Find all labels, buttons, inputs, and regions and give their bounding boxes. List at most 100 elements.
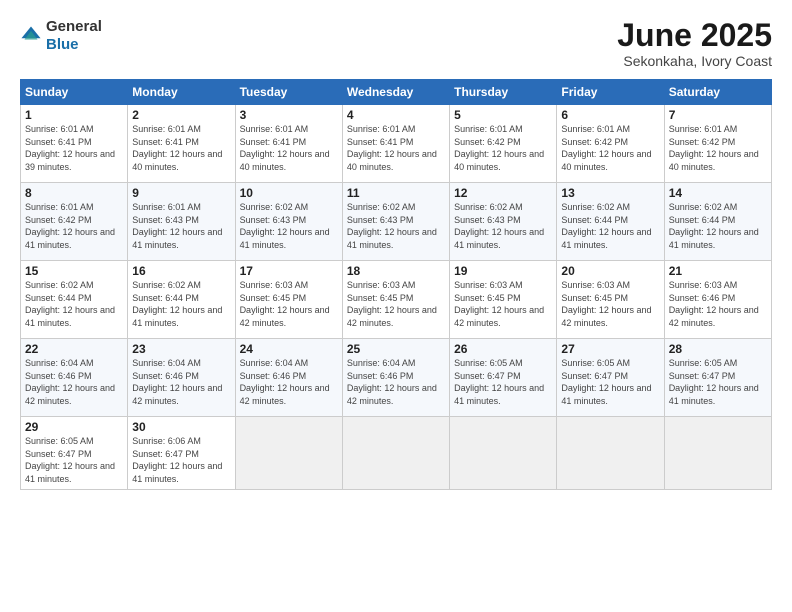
day-number: 30	[132, 420, 230, 434]
day-info: Sunrise: 6:01 AM Sunset: 6:41 PM Dayligh…	[240, 123, 338, 173]
table-row	[450, 417, 557, 489]
logo-text: General Blue	[46, 18, 102, 54]
day-number: 3	[240, 108, 338, 122]
day-number: 27	[561, 342, 659, 356]
day-info: Sunrise: 6:03 AM Sunset: 6:45 PM Dayligh…	[240, 279, 338, 329]
day-info: Sunrise: 6:02 AM Sunset: 6:44 PM Dayligh…	[25, 279, 123, 329]
day-number: 2	[132, 108, 230, 122]
day-info: Sunrise: 6:02 AM Sunset: 6:44 PM Dayligh…	[669, 201, 767, 251]
table-row: 16 Sunrise: 6:02 AM Sunset: 6:44 PM Dayl…	[128, 261, 235, 339]
day-info: Sunrise: 6:02 AM Sunset: 6:43 PM Dayligh…	[240, 201, 338, 251]
table-row: 15 Sunrise: 6:02 AM Sunset: 6:44 PM Dayl…	[21, 261, 128, 339]
calendar-header-row: Sunday Monday Tuesday Wednesday Thursday…	[21, 80, 772, 105]
day-info: Sunrise: 6:03 AM Sunset: 6:46 PM Dayligh…	[669, 279, 767, 329]
day-info: Sunrise: 6:01 AM Sunset: 6:42 PM Dayligh…	[669, 123, 767, 173]
day-info: Sunrise: 6:06 AM Sunset: 6:47 PM Dayligh…	[132, 435, 230, 485]
table-row: 1 Sunrise: 6:01 AM Sunset: 6:41 PM Dayli…	[21, 105, 128, 183]
day-number: 22	[25, 342, 123, 356]
table-row: 7 Sunrise: 6:01 AM Sunset: 6:42 PM Dayli…	[664, 105, 771, 183]
table-row: 24 Sunrise: 6:04 AM Sunset: 6:46 PM Dayl…	[235, 339, 342, 417]
table-row: 29 Sunrise: 6:05 AM Sunset: 6:47 PM Dayl…	[21, 417, 128, 489]
day-number: 25	[347, 342, 445, 356]
table-row: 30 Sunrise: 6:06 AM Sunset: 6:47 PM Dayl…	[128, 417, 235, 489]
day-number: 4	[347, 108, 445, 122]
table-row: 11 Sunrise: 6:02 AM Sunset: 6:43 PM Dayl…	[342, 183, 449, 261]
table-row: 20 Sunrise: 6:03 AM Sunset: 6:45 PM Dayl…	[557, 261, 664, 339]
calendar-table: Sunday Monday Tuesday Wednesday Thursday…	[20, 79, 772, 489]
day-number: 10	[240, 186, 338, 200]
day-number: 13	[561, 186, 659, 200]
page: General Blue June 2025 Sekonkaha, Ivory …	[0, 0, 792, 612]
day-number: 7	[669, 108, 767, 122]
day-info: Sunrise: 6:01 AM Sunset: 6:41 PM Dayligh…	[132, 123, 230, 173]
table-row: 13 Sunrise: 6:02 AM Sunset: 6:44 PM Dayl…	[557, 183, 664, 261]
table-row: 12 Sunrise: 6:02 AM Sunset: 6:43 PM Dayl…	[450, 183, 557, 261]
table-row: 3 Sunrise: 6:01 AM Sunset: 6:41 PM Dayli…	[235, 105, 342, 183]
header-wednesday: Wednesday	[342, 80, 449, 105]
day-info: Sunrise: 6:05 AM Sunset: 6:47 PM Dayligh…	[25, 435, 123, 485]
table-row: 10 Sunrise: 6:02 AM Sunset: 6:43 PM Dayl…	[235, 183, 342, 261]
day-info: Sunrise: 6:04 AM Sunset: 6:46 PM Dayligh…	[25, 357, 123, 407]
day-info: Sunrise: 6:03 AM Sunset: 6:45 PM Dayligh…	[561, 279, 659, 329]
day-info: Sunrise: 6:04 AM Sunset: 6:46 PM Dayligh…	[347, 357, 445, 407]
day-number: 8	[25, 186, 123, 200]
table-row: 21 Sunrise: 6:03 AM Sunset: 6:46 PM Dayl…	[664, 261, 771, 339]
table-row: 26 Sunrise: 6:05 AM Sunset: 6:47 PM Dayl…	[450, 339, 557, 417]
table-row	[557, 417, 664, 489]
table-row: 5 Sunrise: 6:01 AM Sunset: 6:42 PM Dayli…	[450, 105, 557, 183]
day-info: Sunrise: 6:02 AM Sunset: 6:44 PM Dayligh…	[132, 279, 230, 329]
day-number: 5	[454, 108, 552, 122]
day-info: Sunrise: 6:02 AM Sunset: 6:43 PM Dayligh…	[347, 201, 445, 251]
table-row: 8 Sunrise: 6:01 AM Sunset: 6:42 PM Dayli…	[21, 183, 128, 261]
day-number: 20	[561, 264, 659, 278]
day-info: Sunrise: 6:01 AM Sunset: 6:41 PM Dayligh…	[25, 123, 123, 173]
table-row: 17 Sunrise: 6:03 AM Sunset: 6:45 PM Dayl…	[235, 261, 342, 339]
table-row: 25 Sunrise: 6:04 AM Sunset: 6:46 PM Dayl…	[342, 339, 449, 417]
day-number: 18	[347, 264, 445, 278]
table-row	[342, 417, 449, 489]
day-info: Sunrise: 6:04 AM Sunset: 6:46 PM Dayligh…	[132, 357, 230, 407]
table-row: 23 Sunrise: 6:04 AM Sunset: 6:46 PM Dayl…	[128, 339, 235, 417]
day-number: 16	[132, 264, 230, 278]
day-info: Sunrise: 6:01 AM Sunset: 6:41 PM Dayligh…	[347, 123, 445, 173]
day-number: 9	[132, 186, 230, 200]
day-info: Sunrise: 6:01 AM Sunset: 6:42 PM Dayligh…	[561, 123, 659, 173]
month-title: June 2025	[617, 18, 772, 53]
table-row: 4 Sunrise: 6:01 AM Sunset: 6:41 PM Dayli…	[342, 105, 449, 183]
day-number: 28	[669, 342, 767, 356]
table-row: 18 Sunrise: 6:03 AM Sunset: 6:45 PM Dayl…	[342, 261, 449, 339]
day-info: Sunrise: 6:02 AM Sunset: 6:44 PM Dayligh…	[561, 201, 659, 251]
table-row: 27 Sunrise: 6:05 AM Sunset: 6:47 PM Dayl…	[557, 339, 664, 417]
table-row: 14 Sunrise: 6:02 AM Sunset: 6:44 PM Dayl…	[664, 183, 771, 261]
table-row: 19 Sunrise: 6:03 AM Sunset: 6:45 PM Dayl…	[450, 261, 557, 339]
day-number: 12	[454, 186, 552, 200]
day-info: Sunrise: 6:03 AM Sunset: 6:45 PM Dayligh…	[347, 279, 445, 329]
header: General Blue June 2025 Sekonkaha, Ivory …	[20, 18, 772, 69]
table-row: 2 Sunrise: 6:01 AM Sunset: 6:41 PM Dayli…	[128, 105, 235, 183]
day-number: 19	[454, 264, 552, 278]
day-number: 14	[669, 186, 767, 200]
day-info: Sunrise: 6:01 AM Sunset: 6:42 PM Dayligh…	[454, 123, 552, 173]
day-info: Sunrise: 6:05 AM Sunset: 6:47 PM Dayligh…	[669, 357, 767, 407]
table-row: 6 Sunrise: 6:01 AM Sunset: 6:42 PM Dayli…	[557, 105, 664, 183]
day-number: 23	[132, 342, 230, 356]
header-saturday: Saturday	[664, 80, 771, 105]
table-row	[235, 417, 342, 489]
day-number: 24	[240, 342, 338, 356]
day-info: Sunrise: 6:01 AM Sunset: 6:43 PM Dayligh…	[132, 201, 230, 251]
title-block: June 2025 Sekonkaha, Ivory Coast	[617, 18, 772, 69]
day-info: Sunrise: 6:01 AM Sunset: 6:42 PM Dayligh…	[25, 201, 123, 251]
logo-icon	[20, 25, 42, 47]
day-number: 17	[240, 264, 338, 278]
day-number: 29	[25, 420, 123, 434]
day-number: 1	[25, 108, 123, 122]
day-number: 15	[25, 264, 123, 278]
table-row	[664, 417, 771, 489]
header-thursday: Thursday	[450, 80, 557, 105]
day-number: 6	[561, 108, 659, 122]
day-info: Sunrise: 6:03 AM Sunset: 6:45 PM Dayligh…	[454, 279, 552, 329]
day-number: 21	[669, 264, 767, 278]
header-friday: Friday	[557, 80, 664, 105]
header-tuesday: Tuesday	[235, 80, 342, 105]
logo-general: General	[46, 18, 102, 35]
